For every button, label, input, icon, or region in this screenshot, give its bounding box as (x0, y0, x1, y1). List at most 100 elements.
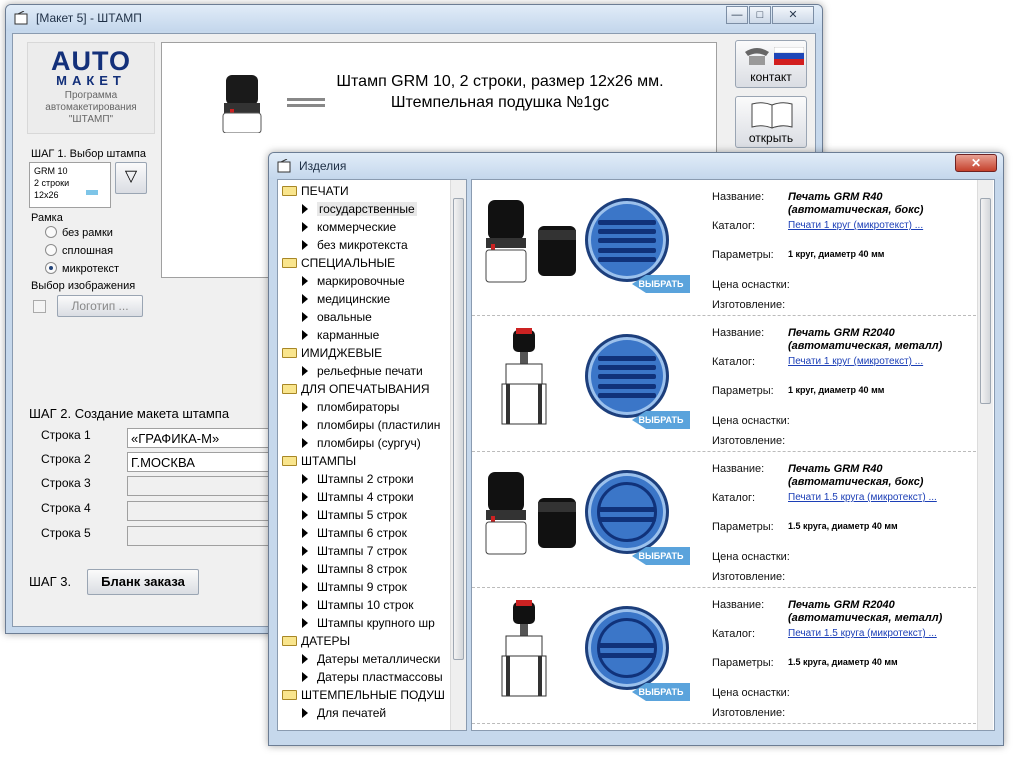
order-form-label: Бланк заказа (101, 574, 185, 589)
tree-label: Штампы 6 строк (317, 526, 407, 540)
radio-microtext-frame[interactable]: микротекст (45, 262, 119, 275)
tree-item[interactable]: овальные (302, 308, 372, 326)
tree-item[interactable]: Штампы 4 строки (302, 488, 414, 506)
app-icon (277, 159, 291, 173)
tree-label: Штампы 4 строки (317, 490, 414, 504)
image-checkbox[interactable] (33, 300, 46, 313)
name-field-label: Название: (712, 327, 765, 339)
radio-label: без рамки (62, 227, 113, 239)
main-title-bar[interactable]: [Макет 5] - ШТАМП — □ ✕ (6, 5, 822, 31)
tree-item[interactable]: Датеры пластмассовы (302, 668, 443, 686)
list-scrollbar-thumb[interactable] (980, 198, 991, 404)
tree-item[interactable]: карманные (302, 326, 379, 344)
tree-item[interactable]: пломбиры (сургуч) (302, 434, 421, 452)
open-button[interactable]: открыть (735, 96, 807, 148)
order-form-button[interactable]: Бланк заказа (87, 569, 199, 595)
product-name-line1: Печать GRM R40 (788, 463, 883, 475)
tree-arrow-icon (302, 420, 308, 430)
tree-item[interactable]: рельефные печати (302, 362, 423, 380)
step1-label: ШАГ 1. Выбор штампа (31, 148, 146, 160)
radio-circle[interactable] (45, 226, 57, 238)
tree-arrow-icon (302, 618, 308, 628)
radio-solid-frame[interactable]: сплошная (45, 244, 113, 257)
row2-input[interactable]: Г.МОСКВА (127, 452, 277, 472)
tree-item[interactable]: Штампы 5 строк (302, 506, 407, 524)
product-name-line1: Печать GRM R2040 (788, 327, 895, 339)
radio-circle-selected[interactable] (45, 262, 57, 274)
folder-icon (282, 348, 297, 358)
row1-input[interactable]: «ГРАФИКА-М» (127, 428, 277, 448)
tree-scrollbar[interactable] (450, 180, 466, 730)
folder-icon (282, 690, 297, 700)
tree-folder[interactable]: ИМИДЖЕВЫЕ (282, 344, 382, 362)
made-field-label: Изготовление: (712, 299, 786, 311)
catalog-link[interactable]: Печати 1 круг (микротекст) ... (788, 356, 923, 367)
logo-button[interactable]: Логотип ... (57, 295, 143, 317)
contact-label: контакт (750, 70, 792, 84)
tree-folder[interactable]: ПЕЧАТИ (282, 182, 349, 200)
radio-label: сплошная (62, 245, 114, 257)
tree-scrollbar-thumb[interactable] (453, 198, 464, 660)
tree-item[interactable]: Штампы 7 строк (302, 542, 407, 560)
catalog-link[interactable]: Печати 1 круг (микротекст) ... (788, 220, 923, 231)
tree-item[interactable]: Штампы 6 строк (302, 524, 407, 542)
tree-item[interactable]: пломбиры (пластилин (302, 416, 440, 434)
maximize-button[interactable]: □ (749, 6, 771, 24)
tree-label: без микротекста (317, 238, 408, 252)
tree-arrow-icon (302, 528, 308, 538)
tree-folder[interactable]: ДАТЕРЫ (282, 632, 350, 650)
tree-arrow-icon (302, 546, 308, 556)
tree-item[interactable]: Штампы 8 строк (302, 560, 407, 578)
tree-arrow-icon (302, 330, 308, 340)
logo-button-label: Логотип ... (71, 299, 129, 313)
tree-item[interactable]: Штампы крупного шр (302, 614, 435, 632)
tree-arrow-icon (302, 294, 308, 304)
tree-item[interactable]: Штампы 9 строк (302, 578, 407, 596)
tree-item[interactable]: медицинские (302, 290, 390, 308)
list-scrollbar[interactable] (977, 180, 993, 730)
category-tree: ПЕЧАТИ государственные коммерческие без мик… (277, 179, 467, 731)
folder-icon (282, 186, 297, 196)
radio-no-frame[interactable]: без рамки (45, 226, 113, 239)
name-field-label: Название: (712, 463, 765, 475)
made-field-label: Изготовление: (712, 435, 786, 447)
product-item: ВЫБРАТЬ Название: Печать GRM R40 (автоматич… (472, 452, 976, 588)
tree-arrow-icon (302, 402, 308, 412)
tree-item[interactable]: Для печатей (302, 704, 386, 722)
tree-label: ШТАМПЫ (301, 454, 357, 468)
phone-icon (745, 48, 769, 65)
row3-input[interactable] (127, 476, 277, 496)
tree-item[interactable]: Штампы 10 строк (302, 596, 414, 614)
params-field-label: Параметры: (712, 657, 774, 669)
logo-word-maket: МАКЕТ (56, 73, 126, 88)
tree-folder[interactable]: СПЕЦИАЛЬНЫЕ (282, 254, 395, 272)
contact-button[interactable]: контакт (735, 40, 807, 88)
tree-item[interactable]: без микротекста (302, 236, 408, 254)
tree-folder[interactable]: ШТАМПЫ (282, 452, 356, 470)
tree-item[interactable]: Штампы 2 строки (302, 470, 414, 488)
tree-arrow-icon (302, 654, 308, 664)
row4-input[interactable] (127, 501, 277, 521)
catalog-close-button[interactable]: ✕ (955, 154, 997, 172)
close-button[interactable]: ✕ (772, 6, 814, 24)
tree-item[interactable]: коммерческие (302, 218, 396, 236)
catalog-title-bar[interactable]: Изделия ✕ (269, 153, 1003, 179)
row5-input[interactable] (127, 526, 277, 546)
open-label: открыть (748, 131, 794, 145)
tree-item[interactable]: маркировочные (302, 272, 405, 290)
row3-label: Строка 3 (41, 476, 91, 490)
tree-folder[interactable]: ШТЕМПЕЛЬНЫЕ ПОДУШ (282, 686, 445, 704)
tree-item[interactable]: пломбираторы (302, 398, 399, 416)
tree-label: ДЛЯ ОПЕЧАТЫВАНИЯ (301, 382, 430, 396)
catalog-link[interactable]: Печати 1.5 круга (микротекст) ... (788, 492, 937, 503)
tree-item[interactable]: Датеры металлически (302, 650, 440, 668)
tree-folder[interactable]: ДЛЯ ОПЕЧАТЫВАНИЯ (282, 380, 430, 398)
minimize-button[interactable]: — (726, 6, 748, 24)
stamp-dropdown-button[interactable]: ▽ (115, 162, 147, 194)
catalog-link[interactable]: Печати 1.5 круга (микротекст) ... (788, 628, 937, 639)
radio-circle[interactable] (45, 244, 57, 256)
seal-imprint-image (585, 470, 669, 554)
product-name-line2: (автоматическая, металл) (788, 612, 943, 624)
tree-item[interactable]: государственные (302, 200, 417, 218)
made-field-label: Изготовление: (712, 571, 786, 583)
